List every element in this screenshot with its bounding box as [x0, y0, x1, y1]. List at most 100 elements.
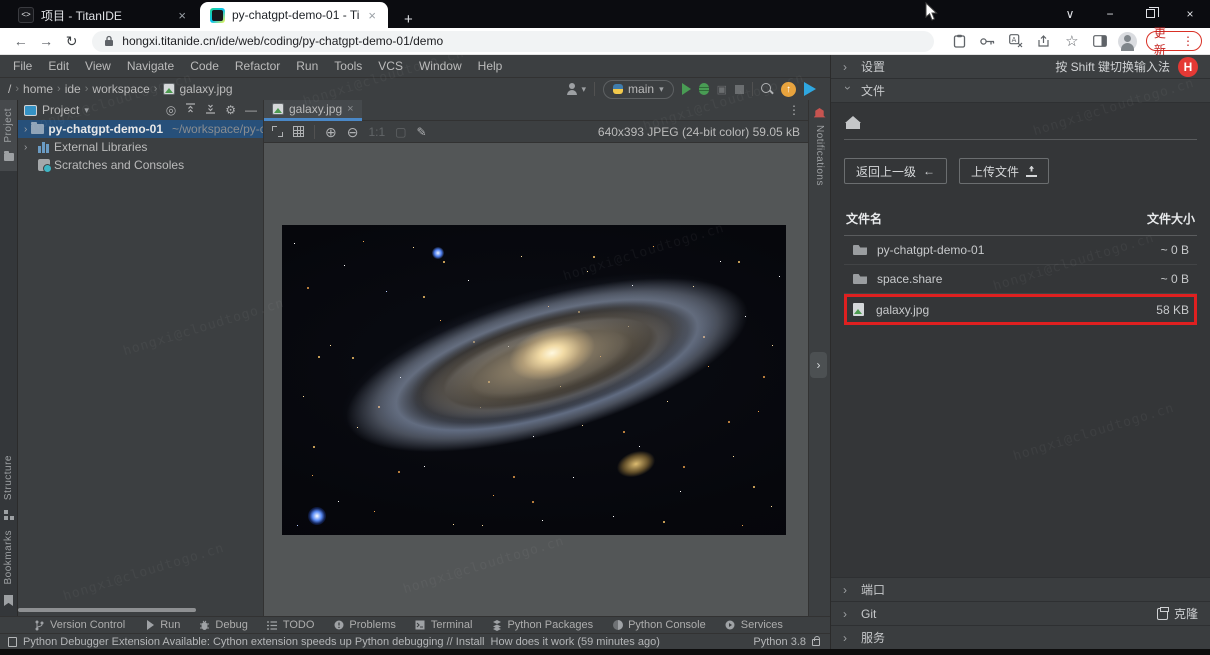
image-canvas[interactable]	[264, 143, 808, 616]
forward-icon[interactable]: →	[33, 33, 58, 49]
toolwindow-run[interactable]: Run	[144, 619, 180, 631]
tab-close-icon[interactable]: ×	[366, 8, 378, 23]
stripe-project-button[interactable]: Project	[0, 100, 17, 171]
browser-tab-ide[interactable]: py-chatgpt-demo-01 - TitanID ×	[200, 2, 388, 28]
notifications-label[interactable]: Notifications	[814, 125, 825, 186]
fit-window-icon[interactable]: ▢	[395, 126, 406, 138]
user-menu-button[interactable]: ▾	[566, 83, 587, 95]
close-button[interactable]: ×	[1170, 7, 1210, 21]
toolwindow-version-control[interactable]: Version Control	[34, 619, 125, 631]
section-git[interactable]: › Git 克隆	[831, 601, 1210, 625]
back-icon[interactable]: ←	[8, 33, 33, 49]
address-bar[interactable]: hongxi.titanide.cn/ide/web/coding/py-cha…	[92, 31, 934, 52]
side-panel-icon[interactable]	[1088, 31, 1112, 51]
titanide-launcher-icon[interactable]	[804, 82, 816, 96]
toolwindow-python-packages[interactable]: Python Packages	[491, 619, 593, 631]
menu-vcs[interactable]: VCS	[371, 57, 410, 75]
section-ports[interactable]: › 端口	[831, 577, 1210, 601]
write-lock-icon[interactable]	[812, 639, 820, 646]
menu-file[interactable]: File	[6, 57, 39, 75]
section-settings[interactable]: › 设置 按 Shift 键切换输入法 H	[831, 55, 1210, 79]
horizontal-scrollbar[interactable]	[18, 608, 196, 612]
settings-gear-icon[interactable]: ⚙	[225, 103, 236, 117]
menu-help[interactable]: Help	[471, 57, 510, 75]
new-tab-button[interactable]: +	[398, 11, 419, 28]
restore-button[interactable]	[1130, 7, 1170, 21]
coverage-button[interactable]: ▣	[717, 83, 727, 96]
panel-expander-button[interactable]: ›	[810, 352, 827, 378]
bookmark-star-icon[interactable]: ☆	[1060, 31, 1084, 51]
expand-all-icon[interactable]	[185, 103, 196, 117]
toolwindow-terminal[interactable]: Terminal	[415, 619, 473, 631]
zoom-out-icon[interactable]: ⊖	[347, 125, 359, 139]
status-link[interactable]: How does it work (59 minutes ago)	[491, 636, 660, 648]
tree-row-scratches[interactable]: Scratches and Consoles	[18, 156, 263, 174]
tree-row-project-root[interactable]: › py-chatgpt-demo-01 ~/workspace/py-cl	[18, 120, 263, 138]
tab-close-icon[interactable]: ×	[176, 8, 188, 23]
stripe-structure-button[interactable]: Structure	[3, 449, 14, 524]
status-message[interactable]: Python Debugger Extension Available: Cyt…	[23, 636, 485, 648]
file-row-folder[interactable]: space.share ~ 0 B	[844, 265, 1197, 294]
zoom-to-fit-icon[interactable]	[272, 126, 283, 137]
menu-code[interactable]: Code	[183, 57, 226, 75]
editor-options-icon[interactable]: ⋮	[788, 103, 808, 117]
git-clone-button[interactable]: 克隆	[1157, 605, 1198, 622]
notifications-bell-icon[interactable]	[814, 108, 826, 119]
user-avatar[interactable]: H	[1178, 57, 1198, 77]
upload-file-button[interactable]: 上传文件	[959, 158, 1049, 184]
editor-tab-galaxy[interactable]: galaxy.jpg ×	[264, 100, 362, 121]
breadcrumb-workspace[interactable]: workspace	[92, 82, 149, 96]
toolwindow-todo[interactable]: TODO	[267, 619, 315, 631]
menu-run[interactable]: Run	[289, 57, 325, 75]
toolwindow-problems[interactable]: Problems	[333, 619, 395, 631]
run-button[interactable]	[682, 83, 691, 95]
zoom-in-icon[interactable]: ⊕	[325, 125, 337, 139]
toolwindow-services[interactable]: Services	[725, 619, 783, 631]
section-files[interactable]: › 文件	[831, 79, 1210, 103]
file-row-galaxy-highlighted[interactable]: galaxy.jpg 58 KB	[844, 294, 1197, 325]
locate-file-icon[interactable]: ◎	[166, 103, 176, 117]
project-panel-title[interactable]: Project	[42, 103, 79, 117]
menu-navigate[interactable]: Navigate	[120, 57, 181, 75]
breadcrumb-file[interactable]: galaxy.jpg	[179, 82, 232, 96]
search-everywhere-icon[interactable]	[761, 83, 773, 95]
menu-edit[interactable]: Edit	[41, 57, 76, 75]
menu-tools[interactable]: Tools	[327, 57, 369, 75]
expand-chevron-icon[interactable]: ›	[24, 124, 27, 135]
menu-view[interactable]: View	[78, 57, 118, 75]
toolwindow-debug[interactable]: Debug	[199, 619, 247, 631]
back-parent-button[interactable]: 返回上一级 ←	[844, 158, 947, 184]
translate-icon[interactable]: A	[1004, 31, 1028, 51]
toolwindow-python-console[interactable]: Python Console	[612, 619, 706, 631]
home-icon[interactable]	[846, 117, 860, 129]
tab-search-icon[interactable]: ∨	[1050, 7, 1090, 21]
chrome-update-button[interactable]: 更新 ⋮	[1146, 31, 1202, 51]
reload-icon[interactable]: ↻	[59, 33, 84, 50]
password-key-icon[interactable]	[976, 31, 1000, 51]
python-interpreter-label[interactable]: Python 3.8	[753, 636, 806, 648]
actual-size-label[interactable]: 1:1	[368, 126, 385, 138]
breadcrumb-ide[interactable]: ide	[65, 82, 81, 96]
ide-update-icon[interactable]: ↑	[781, 82, 796, 97]
caret-down-icon[interactable]: ▾	[84, 105, 89, 116]
browser-profile-avatar[interactable]	[1116, 31, 1140, 51]
share-icon[interactable]	[1032, 31, 1056, 51]
collapse-all-icon[interactable]	[205, 103, 216, 117]
clipboard-icon[interactable]	[948, 31, 972, 51]
expand-chevron-icon[interactable]: ›	[24, 142, 34, 153]
file-row-folder[interactable]: py-chatgpt-demo-01 ~ 0 B	[844, 236, 1197, 265]
browser-menu-icon[interactable]: ⋮	[1182, 34, 1194, 48]
run-config-selector[interactable]: main ▾	[603, 80, 674, 99]
menu-refactor[interactable]: Refactor	[228, 57, 287, 75]
breadcrumb-home[interactable]: home	[23, 82, 53, 96]
debug-button[interactable]	[699, 83, 709, 95]
pipette-icon[interactable]: ✎	[417, 126, 427, 138]
section-services[interactable]: › 服务	[831, 625, 1210, 649]
stripe-bookmarks-button[interactable]: Bookmarks	[3, 524, 14, 610]
stop-button[interactable]	[735, 85, 744, 94]
hide-panel-icon[interactable]: —	[245, 103, 257, 117]
menu-window[interactable]: Window	[412, 57, 469, 75]
breadcrumb-root[interactable]: /	[8, 82, 11, 96]
tab-close-icon[interactable]: ×	[347, 103, 353, 115]
toggle-grid-icon[interactable]	[293, 126, 304, 137]
